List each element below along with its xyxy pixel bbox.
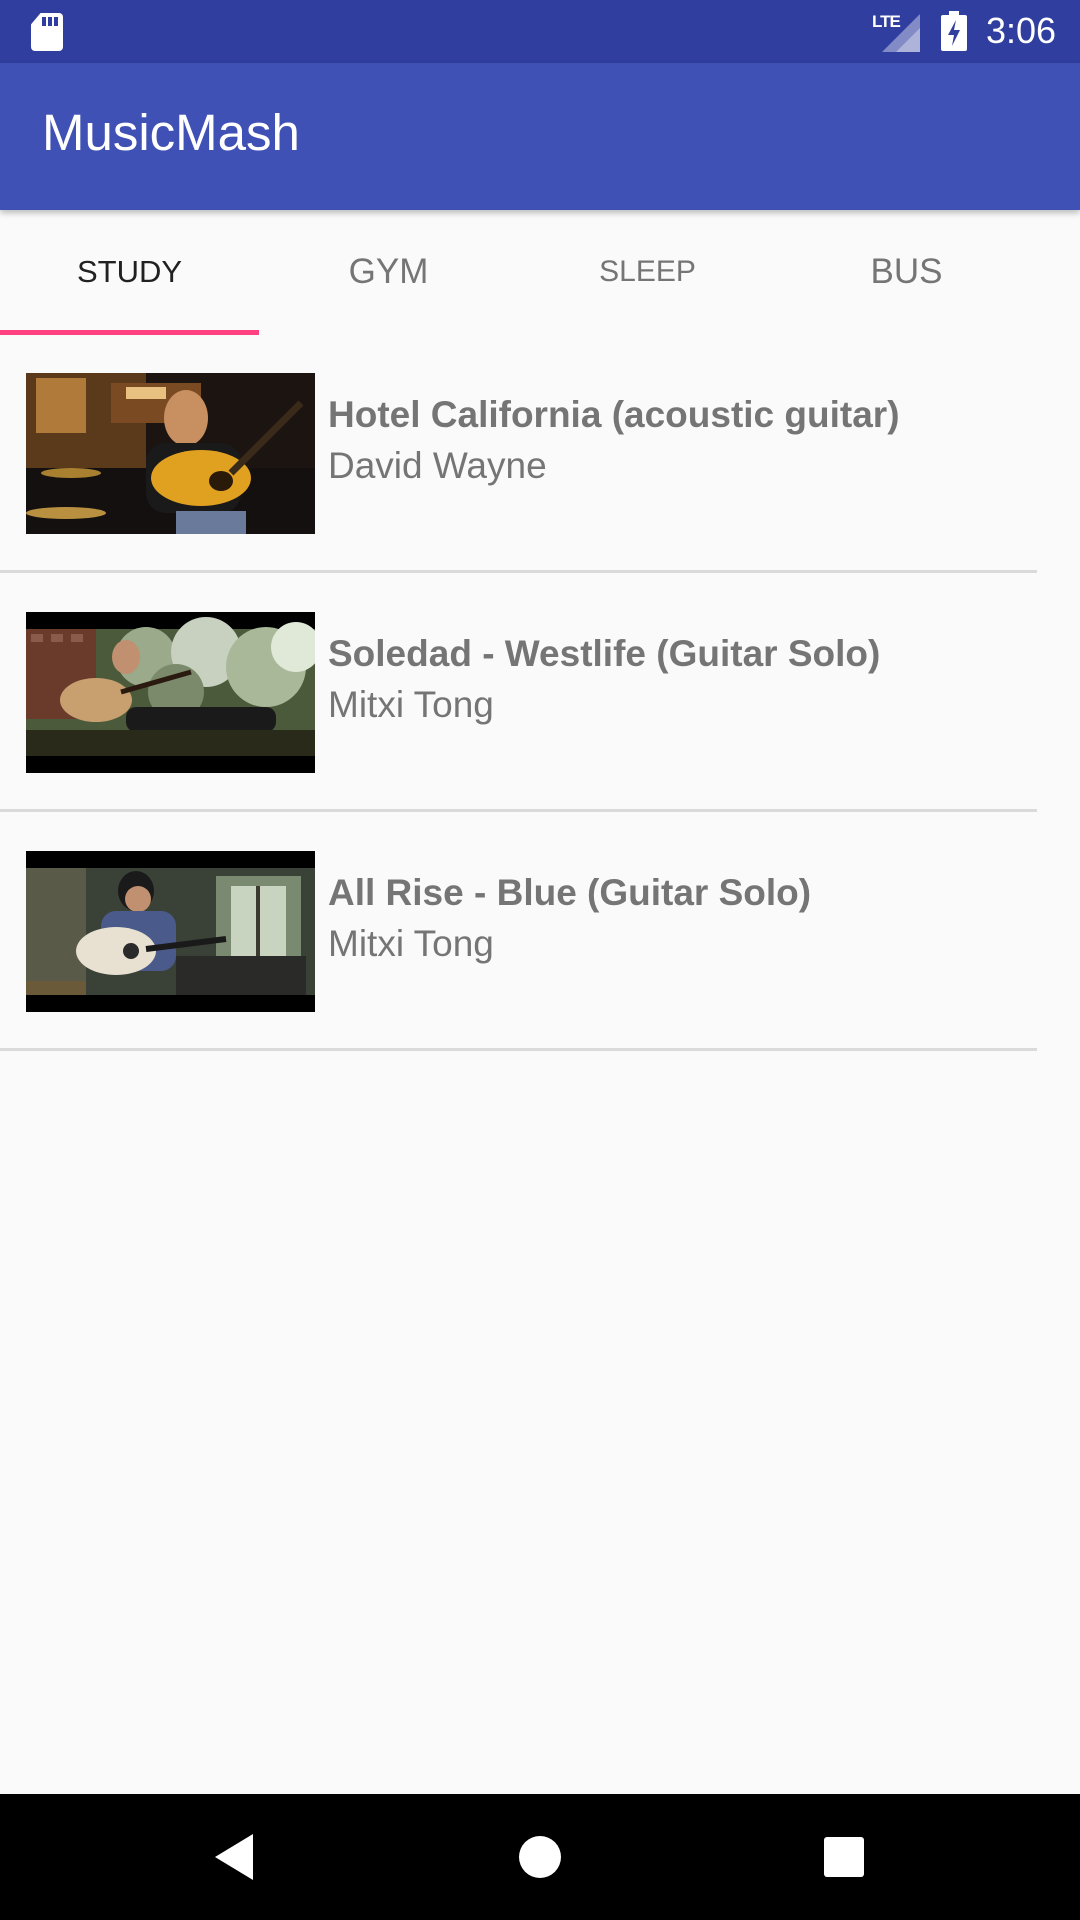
signal-indicator: LTE bbox=[872, 8, 920, 52]
video-list: Hotel California (acoustic guitar) David… bbox=[0, 334, 1080, 1051]
back-button[interactable] bbox=[200, 1822, 270, 1892]
video-title: All Rise - Blue (Guitar Solo) bbox=[328, 872, 812, 913]
home-icon bbox=[519, 1836, 561, 1878]
tab-study[interactable]: Study bbox=[0, 210, 259, 334]
app-bar: MusicMash bbox=[0, 63, 1080, 210]
home-button[interactable] bbox=[505, 1822, 575, 1892]
tab-gym[interactable]: Gym bbox=[259, 210, 518, 334]
tab-bus[interactable]: Bus bbox=[777, 210, 1036, 334]
video-title: Soledad - Westlife (Guitar Solo) bbox=[328, 633, 881, 674]
video-title: Hotel California (acoustic guitar) bbox=[328, 394, 900, 435]
recents-icon bbox=[824, 1837, 864, 1877]
navigation-bar bbox=[0, 1794, 1080, 1920]
clock: 3:06 bbox=[986, 10, 1057, 51]
recents-button[interactable] bbox=[809, 1822, 879, 1892]
status-bar: LTE 3:06 bbox=[0, 0, 1080, 63]
tab-sleep[interactable]: Sleep bbox=[518, 210, 777, 334]
battery-charging-icon bbox=[941, 11, 967, 51]
app-title: MusicMash bbox=[42, 104, 300, 161]
video-artist: Mitxi Tong bbox=[328, 684, 494, 725]
sd-card-icon bbox=[31, 13, 63, 51]
video-thumbnail[interactable] bbox=[26, 851, 315, 1012]
back-icon bbox=[215, 1834, 253, 1880]
list-divider bbox=[0, 1048, 1037, 1051]
list-item[interactable]: All Rise - Blue (Guitar Solo) Mitxi Tong bbox=[0, 812, 1080, 1051]
video-thumbnail[interactable] bbox=[26, 612, 315, 773]
video-artist: Mitxi Tong bbox=[328, 923, 494, 964]
video-thumbnail[interactable] bbox=[26, 373, 315, 534]
network-type: LTE bbox=[872, 12, 901, 31]
tab-bar: Study Gym Sleep Bus bbox=[0, 210, 1080, 335]
list-item[interactable]: Hotel California (acoustic guitar) David… bbox=[0, 334, 1080, 573]
video-artist: David Wayne bbox=[328, 445, 547, 486]
list-item[interactable]: Soledad - Westlife (Guitar Solo) Mitxi T… bbox=[0, 573, 1080, 812]
